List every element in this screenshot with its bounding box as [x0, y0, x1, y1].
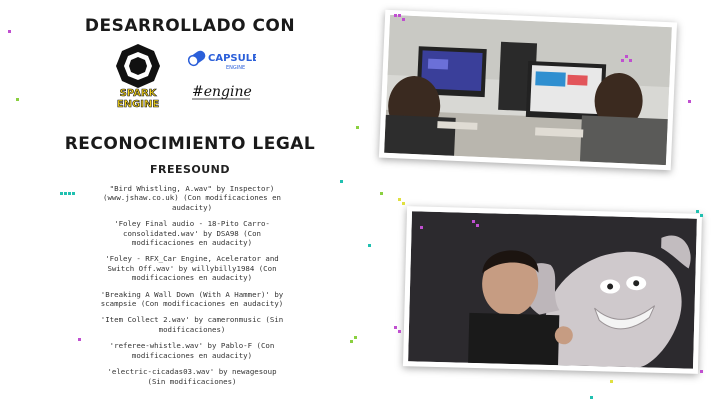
pixel-confetti-icon	[8, 14, 703, 399]
